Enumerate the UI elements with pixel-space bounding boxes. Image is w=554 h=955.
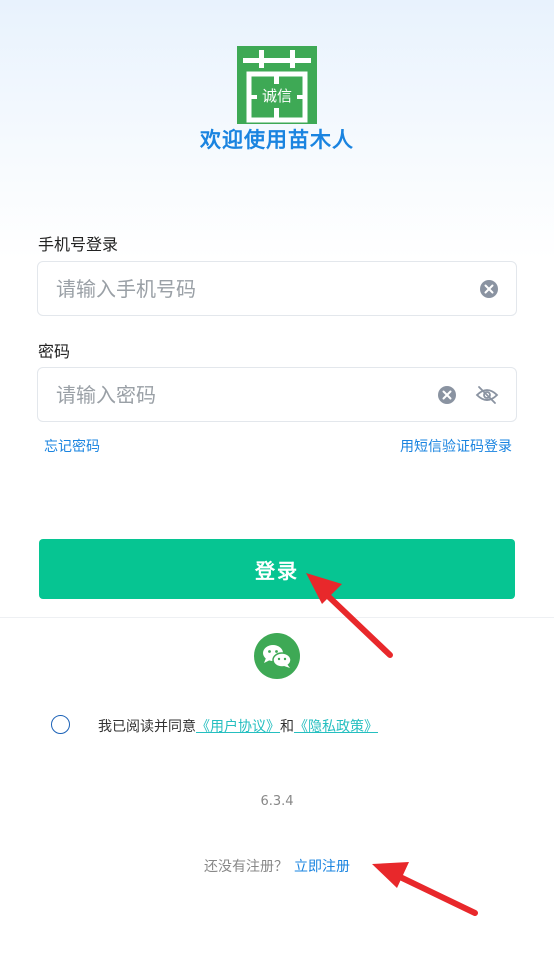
divider	[0, 617, 554, 618]
register-prompt: 还没有注册？	[204, 859, 288, 875]
app-logo: 诚信	[237, 46, 317, 124]
agreement-radio[interactable]	[51, 715, 70, 734]
login-button[interactable]: 登录	[39, 539, 515, 599]
password-field	[37, 367, 517, 422]
agreement-text: 我已阅读并同意《用户协议》和《隐私政策》	[98, 716, 378, 736]
wechat-icon[interactable]	[254, 633, 300, 679]
password-label: 密码	[38, 342, 71, 361]
miao-logo-icon: 诚信	[237, 46, 317, 124]
clear-icon[interactable]	[437, 385, 457, 405]
agreement-prefix: 我已阅读并同意	[98, 719, 196, 735]
privacy-policy-link[interactable]: 《隐私政策》	[294, 719, 378, 735]
register-link[interactable]: 立即注册	[294, 859, 350, 875]
agreement-and: 和	[280, 719, 294, 735]
phone-input[interactable]	[56, 262, 436, 315]
register-row: 还没有注册？ 立即注册	[0, 856, 554, 876]
password-input[interactable]	[56, 368, 436, 421]
app-version: 6.3.4	[260, 794, 294, 809]
logo-text: 诚信	[262, 87, 292, 105]
clear-icon[interactable]	[479, 279, 499, 299]
phone-field	[37, 261, 517, 316]
page-title: 欢迎使用苗木人	[200, 128, 354, 152]
eye-off-icon[interactable]	[475, 385, 499, 405]
forgot-password-link[interactable]: 忘记密码	[44, 436, 100, 456]
sms-login-link[interactable]: 用短信验证码登录	[400, 436, 512, 456]
phone-login-label: 手机号登录	[38, 235, 119, 254]
user-agreement-link[interactable]: 《用户协议》	[196, 719, 280, 735]
